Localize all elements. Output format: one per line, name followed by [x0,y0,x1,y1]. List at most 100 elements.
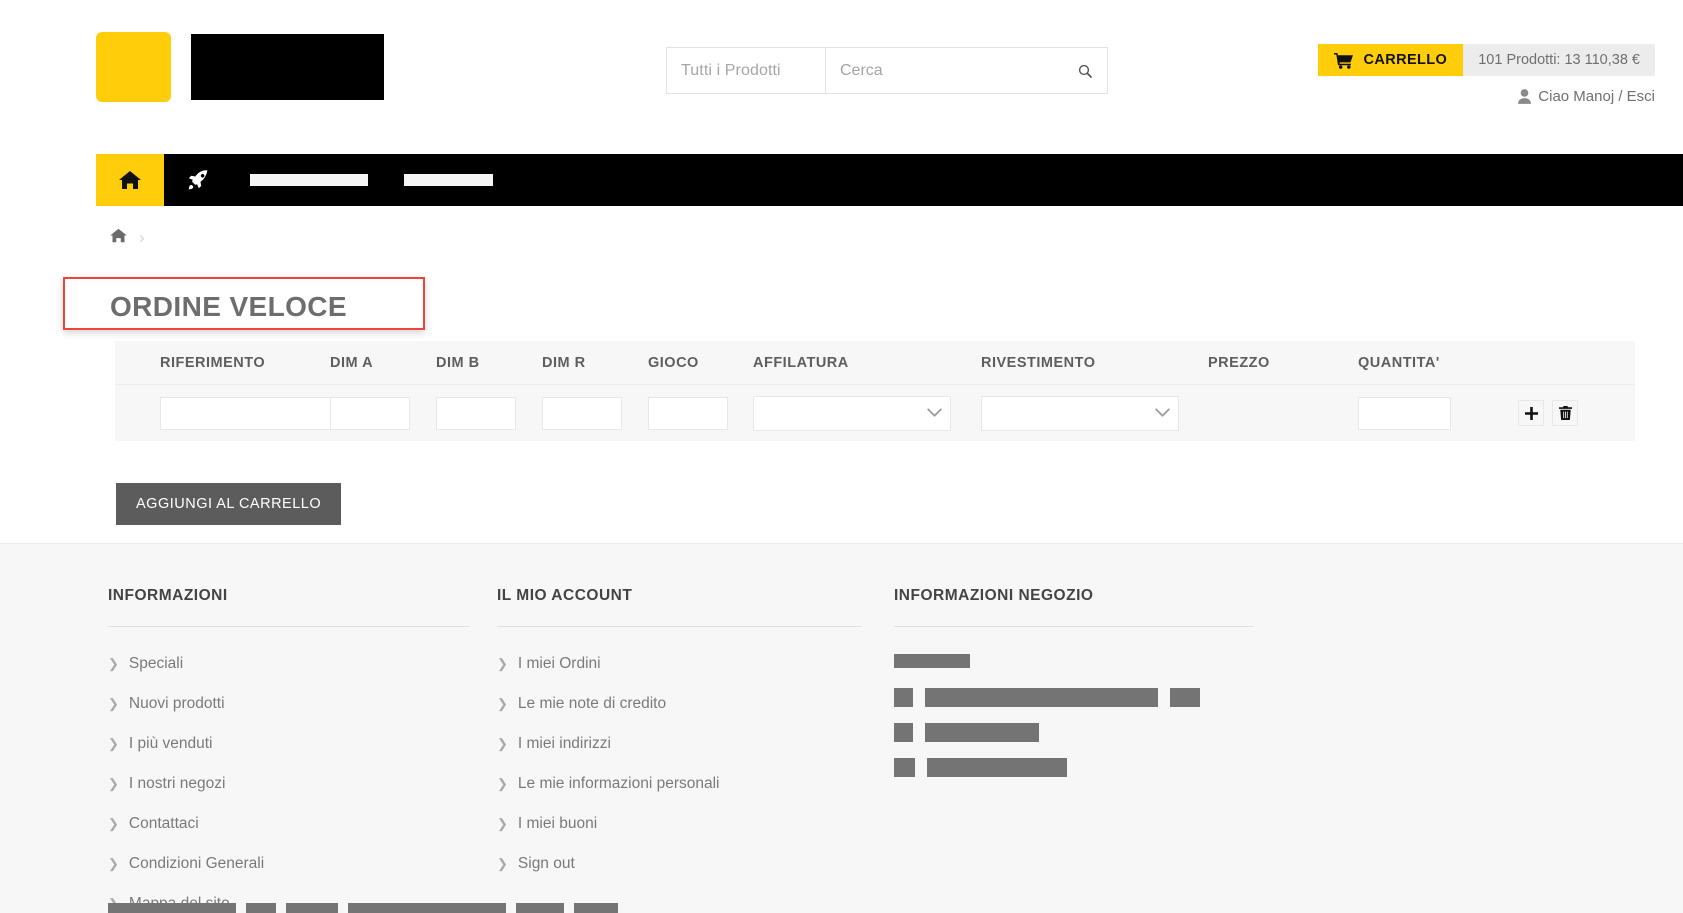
footer-heading-informazioni: INFORMAZIONI [108,587,470,627]
footer-link-condizioni-generali[interactable]: ❯ Condizioni Generali [108,855,470,873]
chevron-right-icon: ❯ [108,696,119,711]
user-account-link[interactable]: Ciao Manoj / Esci [1518,88,1655,105]
breadcrumb-home-link[interactable] [110,228,127,248]
nav-item-home[interactable] [96,154,164,206]
table-header-row: RIFERIMENTO DIM A DIM B DIM R GIOCO AFFI… [115,341,1635,385]
footer-link-contattaci[interactable]: ❯ Contattaci [108,815,470,833]
breadcrumb-separator: › [139,228,145,247]
chevron-right-icon: ❯ [108,816,119,831]
footer-link-label: I più venduti [128,735,213,752]
footer-link-label: I miei buoni [517,815,598,832]
gioco-input[interactable] [648,396,728,430]
nav-item-2-label-redacted [404,174,493,186]
page-root: Tutti i Prodotti Cerca CARRELLO 101 Prod… [0,0,1683,913]
footer-bottom-redacted-strip [108,903,618,913]
footer-link-i-piu-venduti[interactable]: ❯ I più venduti [108,735,470,753]
column-header-affilatura: AFFILATURA [753,354,849,371]
footer-link-le-mie-informazioni-personali[interactable]: ❯ Le mie informazioni personali [497,775,862,793]
store-info-line-3 [894,723,1254,742]
footer-column-informazioni-negozio: INFORMAZIONI NEGOZIO [894,587,1254,777]
footer-link-label: I miei Ordini [517,655,601,672]
delete-row-button[interactable] [1552,400,1578,426]
nav-item-1[interactable] [232,154,386,206]
redacted-block [246,903,276,913]
search-category-select[interactable]: Tutti i Prodotti [666,47,826,94]
affilatura-select[interactable] [753,395,951,431]
footer-link-label: Le mie note di credito [517,695,667,712]
footer-link-label: Condizioni Generali [128,855,265,872]
chevron-right-icon: ❯ [108,856,119,871]
column-header-prezzo: PREZZO [1208,354,1270,371]
dim-r-input[interactable] [542,396,622,430]
store-info-line-2 [894,688,1254,707]
home-icon [119,171,141,189]
rocket-icon [188,169,208,190]
footer-link-i-miei-buoni[interactable]: ❯ I miei buoni [497,815,862,833]
nav-item-quick-order[interactable] [164,154,232,206]
rivestimento-select[interactable] [981,395,1179,431]
user-greeting-text: Ciao Manoj / Esci [1538,88,1655,105]
breadcrumb: › [110,228,145,248]
footer-link-i-nostri-negozi[interactable]: ❯ I nostri negozi [108,775,470,793]
redacted-block [574,903,618,913]
store-info-line-1 [894,654,1254,668]
footer-link-i-miei-ordini[interactable]: ❯ I miei Ordini [497,655,862,673]
footer-link-sign-out[interactable]: ❯ Sign out [497,855,862,873]
chevron-right-icon: ❯ [497,696,508,711]
home-icon [110,228,127,243]
user-icon [1518,89,1532,104]
chevron-right-icon: ❯ [497,776,508,791]
cart-summary: CARRELLO 101 Prodotti: 13 110,38 € [1318,44,1655,76]
footer-link-label: I nostri negozi [128,775,226,792]
redacted-block [927,758,1067,777]
nav-item-2[interactable] [386,154,511,206]
footer-heading-il-mio-account: IL MIO ACCOUNT [497,587,862,627]
quantita-input[interactable] [1358,396,1451,430]
column-header-dim-r: DIM R [542,354,586,371]
column-header-riferimento: RIFERIMENTO [160,354,266,371]
main-navigation [96,154,1683,206]
column-header-quantita: QUANTITA' [1358,354,1440,371]
rivestimento-select-wrapper [981,395,1179,431]
cart-button-label: CARRELLO [1363,52,1448,68]
plus-icon [1524,406,1538,420]
cart-button[interactable]: CARRELLO [1318,44,1464,76]
add-to-cart-button[interactable]: AGGIUNGI AL CARRELLO [116,483,342,525]
footer-link-i-miei-indirizzi[interactable]: ❯ I miei indirizzi [497,735,862,753]
cart-total-text: 101 Prodotti: 13 110,38 € [1478,52,1640,68]
search-input-placeholder: Cerca [840,61,883,79]
nav-item-1-label-redacted [250,174,368,186]
shopping-cart-icon [1334,52,1354,69]
footer-link-speciali[interactable]: ❯ Speciali [108,655,470,673]
footer-link-nuovi-prodotti[interactable]: ❯ Nuovi prodotti [108,695,470,713]
chevron-right-icon: ❯ [497,736,508,751]
footer-link-label: Contattaci [128,815,199,832]
footer-column-informazioni: INFORMAZIONI ❯ Speciali ❯ Nuovi prodotti… [108,587,470,913]
chevron-right-icon: ❯ [497,816,508,831]
column-header-dim-b: DIM B [436,354,480,371]
chevron-right-icon: ❯ [497,656,508,671]
redacted-block [894,654,970,668]
footer-link-label: Sign out [517,855,575,872]
search-icon [1078,64,1092,78]
redacted-block [348,903,506,913]
site-header: Tutti i Prodotti Cerca CARRELLO 101 Prod… [0,0,1683,140]
redacted-block [925,723,1039,742]
footer-link-label: Nuovi prodotti [128,695,225,712]
chevron-right-icon: ❯ [108,776,119,791]
redacted-block [108,903,236,913]
chevron-right-icon: ❯ [108,736,119,751]
site-logo[interactable] [96,32,384,102]
dim-a-input[interactable] [330,396,410,430]
search-category-label: Tutti i Prodotti [681,61,781,79]
redacted-icon-block [894,723,913,742]
footer-link-le-mie-note-di-credito[interactable]: ❯ Le mie note di credito [497,695,862,713]
logo-wordmark-redacted [191,34,384,100]
chevron-right-icon: ❯ [108,656,119,671]
search-button[interactable] [1071,57,1099,85]
redacted-block [1170,688,1200,707]
dim-b-input[interactable] [436,396,516,430]
cart-total-info[interactable]: 101 Prodotti: 13 110,38 € [1463,44,1655,76]
add-row-button[interactable] [1518,400,1544,426]
riferimento-input[interactable] [160,396,347,430]
